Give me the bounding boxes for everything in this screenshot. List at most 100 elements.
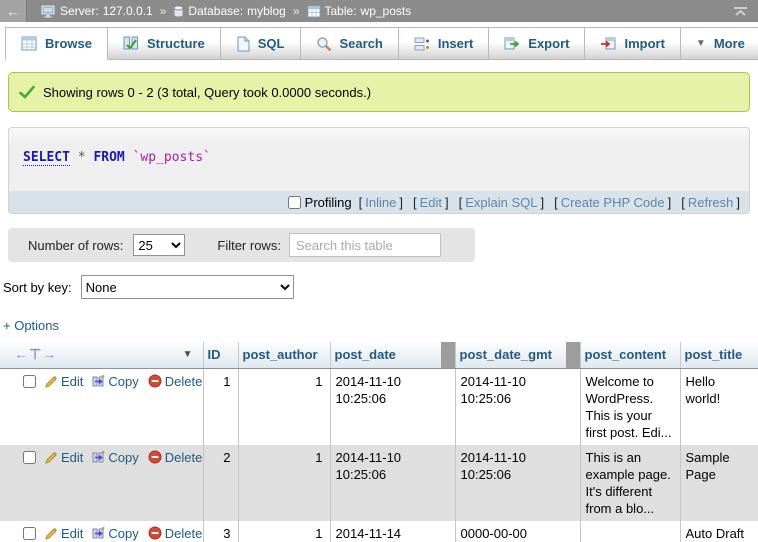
tab-structure[interactable]: Structure: [108, 27, 221, 60]
column-header-post-date-gmt[interactable]: post_date_gmt: [455, 342, 580, 368]
edit-query-link[interactable]: Edit: [420, 195, 442, 210]
copy-row-link[interactable]: Copy: [108, 374, 138, 389]
tab-label: SQL: [258, 36, 285, 51]
filter-rows-input[interactable]: [289, 233, 441, 257]
sql-keyword-from: FROM: [93, 150, 124, 165]
cell-post-author: 1: [238, 521, 330, 542]
sql-star: *: [78, 150, 86, 165]
server-value: 127.0.0.1: [103, 4, 153, 18]
column-header-post-date[interactable]: post_date: [330, 342, 455, 368]
tab-export[interactable]: Export: [489, 27, 585, 60]
options-toggle-link[interactable]: + Options: [3, 318, 59, 333]
cell-post-content: Welcome to WordPress. This is your first…: [580, 368, 680, 445]
delete-icon: [148, 374, 162, 392]
insert-icon: [414, 36, 430, 52]
row-actions: Edit Copy Delete: [0, 445, 203, 521]
server-label: Server:: [60, 4, 99, 18]
cell-post-content: [580, 521, 680, 542]
browse-options-icon[interactable]: ←⊤→: [14, 346, 57, 363]
breadcrumb-server[interactable]: Server: 127.0.0.1: [41, 4, 153, 18]
tab-sql[interactable]: SQL: [221, 27, 301, 60]
chevron-down-icon: ▼: [696, 38, 706, 49]
cell-post-title: Sample Page: [680, 445, 758, 521]
delete-row-link[interactable]: Delete: [165, 450, 203, 465]
table-row: Edit Copy Delete 3 1 2014-11-14 06:33:38 0…: [0, 521, 758, 542]
tab-label: More: [714, 36, 745, 51]
collapse-navigation-button[interactable]: [733, 6, 748, 17]
delete-icon: [148, 450, 162, 468]
profiling-label: Profiling: [305, 195, 352, 210]
tab-import[interactable]: Import: [585, 27, 680, 60]
query-toolbar: Profiling [Inline] [Edit] [Explain SQL] …: [9, 191, 749, 213]
pencil-icon: [45, 451, 58, 468]
structure-icon: [123, 36, 139, 51]
cell-post-date: 2014-11-10 10:25:06: [330, 445, 455, 521]
tab-label: Structure: [147, 36, 205, 51]
number-of-rows-select[interactable]: 25: [133, 234, 185, 256]
column-header-actions: ←⊤→ ▼: [0, 342, 203, 368]
tab-label: Import: [624, 36, 664, 51]
copy-icon: [92, 527, 105, 542]
tab-more[interactable]: ▼ More: [681, 27, 758, 60]
row-checkbox[interactable]: [23, 451, 36, 464]
breadcrumb: Server: 127.0.0.1 » Database: myblog » T…: [41, 4, 733, 18]
tab-insert[interactable]: Insert: [399, 27, 489, 60]
profiling-checkbox[interactable]: [288, 196, 301, 209]
edit-row-link[interactable]: Edit: [61, 450, 83, 465]
explain-sql-link[interactable]: Explain SQL: [465, 195, 537, 210]
sql-icon: [236, 36, 250, 52]
delete-row-link[interactable]: Delete: [165, 526, 203, 541]
database-label: Database:: [188, 4, 243, 18]
cell-id: 3: [203, 521, 238, 542]
sql-keyword-select: SELECT: [23, 150, 70, 166]
database-icon: [173, 5, 184, 18]
column-header-post-author[interactable]: post_author: [238, 342, 330, 368]
create-php-code-link[interactable]: Create PHP Code: [561, 195, 665, 210]
edit-row-link[interactable]: Edit: [61, 526, 83, 541]
sort-by-key-label: Sort by key:: [3, 280, 72, 295]
breadcrumb-table[interactable]: Table: wp_posts: [307, 4, 412, 18]
refresh-link[interactable]: Refresh: [688, 195, 734, 210]
cell-post-author: 1: [238, 445, 330, 521]
sort-by-key-select[interactable]: None: [81, 275, 294, 299]
breadcrumb-separator: »: [160, 4, 167, 18]
row-checkbox[interactable]: [23, 375, 36, 388]
cell-post-date: 2014-11-14 06:33:38: [330, 521, 455, 542]
export-icon: [504, 36, 520, 51]
back-button[interactable]: ←: [0, 0, 27, 22]
cell-post-date-gmt: 2014-11-10 10:25:06: [455, 445, 580, 521]
breadcrumb-bar: ← Server: 127.0.0.1 » Database: myblog »…: [0, 0, 758, 22]
status-message: Showing rows 0 - 2 (3 total, Query took …: [8, 72, 750, 112]
tab-label: Export: [528, 36, 569, 51]
tab-label: Insert: [438, 36, 473, 51]
row-actions: Edit Copy Delete: [0, 521, 203, 542]
cell-id: 2: [203, 445, 238, 521]
cell-post-title: Hello world!: [680, 368, 758, 445]
browse-icon: [21, 36, 37, 51]
column-header-post-title[interactable]: post_title: [680, 342, 758, 368]
delete-row-link[interactable]: Delete: [165, 374, 203, 389]
tab-browse[interactable]: Browse: [5, 27, 108, 60]
search-icon: [316, 36, 332, 52]
breadcrumb-database[interactable]: Database: myblog: [173, 4, 285, 18]
cell-post-date-gmt: 0000-00-00 00:00:00: [455, 521, 580, 542]
table-header-row: ←⊤→ ▼ ID post_author post_date post_date…: [0, 342, 758, 368]
tab-search[interactable]: Search: [301, 27, 399, 60]
import-icon: [600, 36, 616, 51]
results-table: ←⊤→ ▼ ID post_author post_date post_date…: [0, 342, 758, 542]
sql-query: SELECT * FROM `wp_posts`: [9, 128, 749, 191]
column-header-id[interactable]: ID: [203, 342, 238, 368]
collapse-icon: [733, 6, 748, 17]
column-header-post-content[interactable]: post_content: [580, 342, 680, 368]
copy-row-link[interactable]: Copy: [108, 526, 138, 541]
inline-link[interactable]: Inline: [365, 195, 396, 210]
database-value: myblog: [247, 4, 286, 18]
sort-caret-icon[interactable]: ▼: [183, 349, 193, 360]
cell-post-author: 1: [238, 368, 330, 445]
edit-row-link[interactable]: Edit: [61, 374, 83, 389]
sql-table-identifier: `wp_posts`: [133, 150, 211, 165]
copy-row-link[interactable]: Copy: [108, 450, 138, 465]
row-checkbox[interactable]: [23, 527, 36, 540]
filter-rows-label: Filter rows:: [217, 238, 281, 253]
cell-post-content: This is an example page. It's different …: [580, 445, 680, 521]
